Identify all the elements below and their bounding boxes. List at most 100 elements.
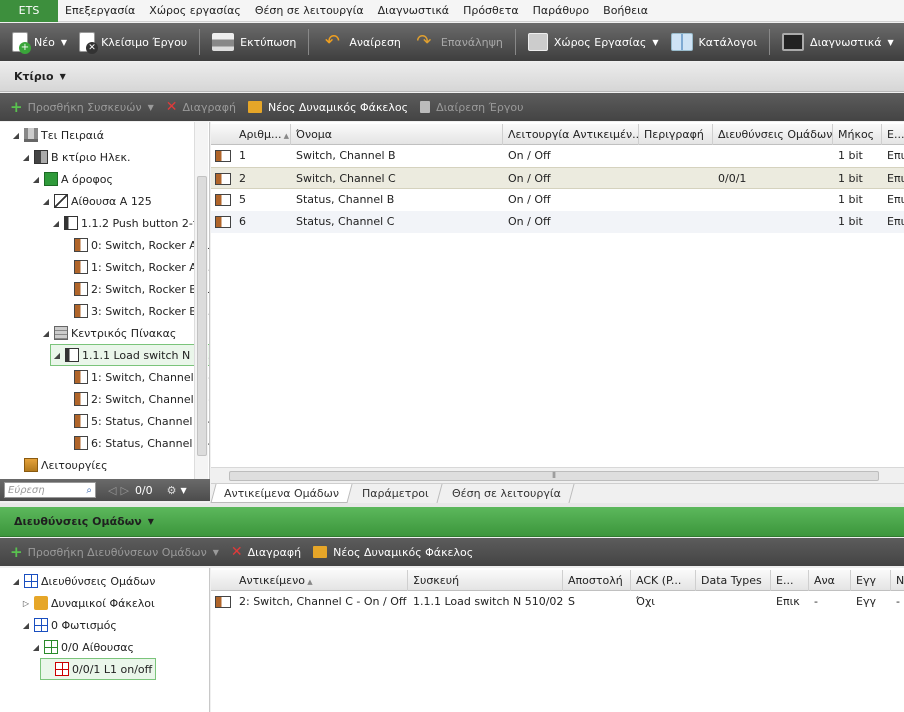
chevron-down-icon[interactable]: ▼ — [181, 486, 187, 495]
expand-collapse-icon[interactable]: ◢ — [50, 219, 62, 228]
expand-collapse-icon[interactable]: ◢ — [40, 197, 52, 206]
tree-node[interactable]: ◢ 0/0 Αίθουσας — [30, 636, 134, 658]
tree-node[interactable]: ◢ 0 Φωτισμός — [20, 614, 117, 636]
workspace-button[interactable]: Χώρος Εργασίας ▼ — [522, 27, 665, 57]
tree-node[interactable]: 6: Status, Channel C -... — [60, 432, 209, 454]
delete-button[interactable]: ✕ Διαγραφή — [231, 544, 301, 560]
new-dropdown-icon[interactable]: ▼ — [61, 38, 67, 47]
column-header[interactable]: Αριθμ... ▲ — [234, 124, 291, 145]
new-dynamic-folder-button[interactable]: Νέος Δυναμικός Φάκελος — [248, 101, 408, 114]
table-row[interactable]: 6 Status, Channel C On / Off 1 bit Επικ — [211, 211, 904, 233]
sort-ascending-icon[interactable]: ▲ — [281, 132, 289, 140]
scrollbar-thumb[interactable]: ⦀ — [229, 471, 879, 481]
column-header[interactable]: Αποστολή — [563, 570, 631, 591]
menu-edit[interactable]: Επεξεργασία — [58, 0, 142, 22]
table-row[interactable]: 5 Status, Channel B On / Off 1 bit Επικ — [211, 189, 904, 211]
tree-node[interactable]: ◢ Α όροφος — [30, 168, 113, 190]
print-button[interactable]: Εκτύπωση — [206, 27, 302, 57]
column-header[interactable]: Περιγραφή — [639, 124, 713, 145]
table-row[interactable]: 2 Switch, Channel C On / Off 0/0/1 1 bit Επικ — [211, 167, 904, 189]
expand-collapse-icon[interactable]: ◢ — [10, 577, 22, 586]
expand-collapse-icon[interactable]: ◢ — [40, 329, 52, 338]
new-dynamic-folder-button[interactable]: Νέος Δυναμικός Φάκελος — [313, 546, 473, 559]
tree-node[interactable]: 3: Switch, Rocker B (l... — [60, 300, 209, 322]
column-header[interactable]: Διευθύνσεις Ομάδων — [713, 124, 833, 145]
redo-button[interactable]: ↷ Επανάληψη — [407, 27, 509, 57]
tree-node[interactable]: Λειτουργίες — [10, 454, 108, 476]
column-header[interactable]: ACK (P... — [631, 570, 696, 591]
tree-node[interactable]: 2: Switch, Channel C -... — [60, 388, 209, 410]
tab-parameters[interactable]: Παράμετροι — [349, 484, 443, 503]
tree-node[interactable]: ◢ Διευθύνσεις Ομάδων — [10, 570, 155, 592]
sort-ascending-icon[interactable]: ▲ — [305, 578, 312, 586]
column-header[interactable]: Όνομα — [291, 124, 503, 145]
add-group-addresses-button[interactable]: + Προσθήκη Διευθύνσεων Ομάδων ▼ — [10, 543, 219, 561]
column-header[interactable]: Ν — [891, 570, 904, 591]
column-header[interactable]: Λειτουργία Αντικειμέν... — [503, 124, 639, 145]
table-row[interactable]: 2: Switch, Channel C - On / Off 1.1.1 Loa… — [211, 591, 904, 613]
tree-node[interactable]: 0/0/1 L1 on/off — [40, 658, 157, 680]
tree-node[interactable]: ◢ Αίθουσα Α 125 — [40, 190, 152, 212]
menu-help[interactable]: Βοήθεια — [596, 0, 655, 22]
next-result-icon[interactable]: ▷ — [120, 484, 128, 497]
tree-node[interactable]: ◢ Τει Πειραιά — [10, 124, 104, 146]
tree-node[interactable]: 5: Status, Channel B -... — [60, 410, 209, 432]
tree-node[interactable]: ◢ 1.1.1 Load switch N 51... — [50, 344, 209, 366]
group-panel-header[interactable]: Διευθύνσεις Ομάδων ▼ — [0, 507, 904, 537]
expand-collapse-icon[interactable]: ◢ — [30, 643, 42, 652]
tree-node[interactable]: 1: Switch, Rocker A (l... — [60, 256, 209, 278]
tab-commissioning[interactable]: Θέση σε λειτουργία — [439, 484, 575, 503]
catalogs-button[interactable]: Κατάλογοι — [665, 27, 764, 57]
previous-result-icon[interactable]: ◁ — [108, 484, 116, 497]
expand-collapse-icon[interactable]: ◢ — [51, 351, 63, 360]
column-header[interactable]: Ε... — [771, 570, 809, 591]
chevron-down-icon[interactable]: ▼ — [148, 103, 154, 112]
ets-app-button[interactable]: ETS — [0, 0, 58, 22]
building-panel-header[interactable]: Κτίριο ▼ — [0, 62, 904, 92]
tab-group-objects[interactable]: Αντικείμενα Ομάδων — [210, 484, 353, 503]
menu-window[interactable]: Παράθυρο — [526, 0, 597, 22]
menu-extras[interactable]: Πρόσθετα — [456, 0, 526, 22]
column-header[interactable]: Αντικείμενο ▲ — [234, 570, 408, 591]
search-icon[interactable]: ⌕ — [86, 485, 92, 496]
diagnostics-button[interactable]: Διαγνωστικά ▼ — [776, 27, 900, 57]
tree-node[interactable]: ◢ Β κτίριο Ηλεκ. — [20, 146, 131, 168]
chevron-down-icon[interactable]: ▼ — [148, 517, 154, 526]
menu-diagnostics[interactable]: Διαγνωστικά — [371, 0, 456, 22]
expand-collapse-icon[interactable]: ◢ — [20, 621, 32, 630]
tree-vertical-scrollbar[interactable] — [194, 122, 208, 479]
chevron-down-icon[interactable]: ▼ — [213, 548, 219, 557]
column-header[interactable]: Ε... — [882, 124, 904, 145]
tree-node[interactable]: ◢ 1.1.2 Push button 2-f... — [50, 212, 206, 234]
expand-collapse-icon[interactable]: ◢ — [20, 153, 32, 162]
tree-node[interactable]: 2: Switch, Rocker B (u... — [60, 278, 209, 300]
split-project-button[interactable]: Διαίρεση Έργου — [420, 101, 523, 114]
search-settings-icon[interactable]: ⚙ — [167, 484, 177, 497]
delete-button[interactable]: ✕ Διαγραφή — [166, 99, 236, 115]
tree-node[interactable]: ▷ Δυναμικοί Φάκελοι — [20, 592, 155, 614]
scrollbar-thumb[interactable] — [197, 176, 207, 456]
column-header[interactable]: Ανα — [809, 570, 851, 591]
workspace-dropdown-icon[interactable]: ▼ — [652, 38, 658, 47]
menu-workspace[interactable]: Χώρος εργασίας — [142, 0, 248, 22]
menu-commissioning[interactable]: Θέση σε λειτουργία — [248, 0, 371, 22]
expand-collapse-icon[interactable]: ◢ — [30, 175, 42, 184]
grid-horizontal-scrollbar[interactable]: ⦀ — [211, 467, 904, 483]
column-header[interactable]: Συσκευή — [408, 570, 563, 591]
tree-node[interactable]: 1: Switch, Channel B -... — [60, 366, 209, 388]
tree-node[interactable]: 0: Switch, Rocker A (u... — [60, 234, 209, 256]
close-project-button[interactable]: ✕ Κλείσιμο Έργου — [73, 27, 193, 57]
new-button[interactable]: + Νέο ▼ — [6, 27, 73, 57]
expand-collapse-icon[interactable]: ◢ — [10, 131, 22, 140]
chevron-down-icon[interactable]: ▼ — [60, 72, 66, 81]
column-header[interactable]: Data Types — [696, 570, 771, 591]
expand-collapse-icon[interactable]: ▷ — [20, 599, 32, 608]
undo-button[interactable]: ↶ Αναίρεση — [315, 27, 407, 57]
table-row[interactable]: 1 Switch, Channel B On / Off 1 bit Επικ — [211, 145, 904, 167]
add-devices-button[interactable]: + Προσθήκη Συσκευών ▼ — [10, 98, 154, 116]
search-input[interactable]: Εύρεση ⌕ — [4, 482, 96, 498]
column-header[interactable]: Μήκος — [833, 124, 882, 145]
diagnostics-dropdown-icon[interactable]: ▼ — [887, 38, 893, 47]
tree-node[interactable]: ◢ Κεντρικός Πίνακας — [40, 322, 176, 344]
column-header[interactable]: Εγγ — [851, 570, 891, 591]
